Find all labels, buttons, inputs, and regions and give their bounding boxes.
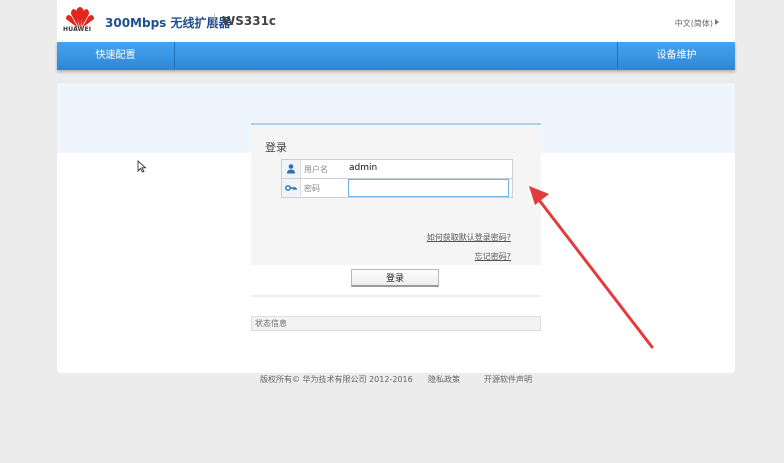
default-password-help-link[interactable]: 如何获取默认登录密码?: [427, 232, 511, 243]
status-label: 状态信息: [255, 319, 287, 328]
status-info-bar: 状态信息: [251, 316, 541, 331]
footer-open-source-link[interactable]: 开源软件声明: [484, 374, 532, 385]
password-field: 密码: [281, 178, 513, 198]
username-field: 用户名 admin: [281, 159, 513, 179]
chevron-right-icon[interactable]: [715, 19, 719, 25]
footer-copyright: 版权所有© 华为技术有限公司 2012-2016: [260, 375, 413, 384]
product-title: 300Mbps 无线扩展器: [105, 16, 231, 30]
main-navbar: 快速配置 设备维护: [57, 42, 735, 70]
language-selector[interactable]: 中文(简体): [675, 18, 713, 29]
username-label: 用户名: [304, 165, 328, 174]
content-area: 登录 用户名 admin 密码 如何获取默认登录密码? 忘记密码? 登录 状态信…: [57, 83, 735, 373]
user-icon: [282, 160, 301, 178]
footer-privacy-link[interactable]: 隐私政策: [428, 374, 460, 385]
password-input[interactable]: [348, 179, 509, 197]
login-button[interactable]: 登录: [351, 269, 439, 287]
divider: [251, 295, 541, 297]
username-value[interactable]: admin: [349, 163, 377, 173]
login-title: 登录: [265, 141, 287, 154]
nav-quick-setup[interactable]: 快速配置: [57, 42, 175, 70]
brand-name: HUAWEI: [63, 26, 92, 33]
login-panel: 登录 用户名 admin 密码 如何获取默认登录密码? 忘记密码?: [251, 123, 541, 265]
key-icon: [282, 179, 301, 197]
header-separator: [214, 14, 215, 28]
forgot-password-link[interactable]: 忘记密码?: [475, 251, 511, 262]
mouse-cursor-icon: [137, 158, 147, 177]
password-label: 密码: [304, 184, 320, 193]
nav-device-maintenance[interactable]: 设备维护: [617, 42, 735, 70]
header: HUAWEI 300Mbps 无线扩展器 WS331c 中文(简体): [57, 0, 735, 42]
model-name: WS331c: [222, 14, 277, 28]
